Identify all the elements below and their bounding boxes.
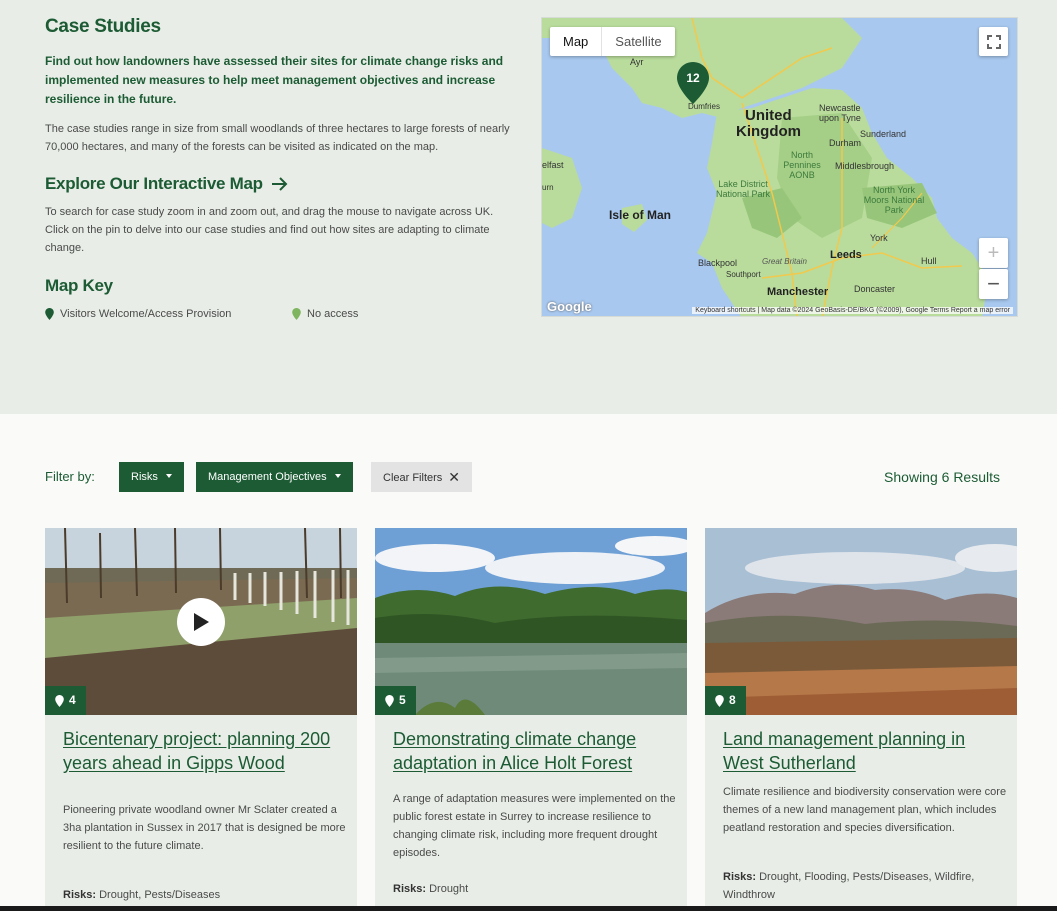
filter-label: Filter by: (45, 469, 95, 484)
map-label-belfast: elfast (542, 160, 564, 170)
card-risks: Risks: Drought, Pests/Diseases (63, 886, 343, 904)
intro-body: The case studies range in size from smal… (45, 123, 510, 153)
play-video-button[interactable] (177, 598, 225, 646)
map-tab-satellite[interactable]: Satellite (602, 27, 674, 56)
card-description: Pioneering private woodland owner Mr Scl… (63, 804, 346, 852)
caret-down-icon (165, 474, 172, 478)
map-cluster-marker[interactable]: 12 (677, 62, 709, 104)
card-title-link[interactable]: Demonstrating climate change adaptation … (393, 727, 673, 775)
map-label-durham: Durham (829, 138, 862, 148)
risks-label: Risks: (393, 883, 427, 895)
map-label-north-york-moors: North York Moors National Park (863, 185, 925, 215)
objectives-filter-button[interactable]: Management Objectives (196, 462, 353, 492)
risks-label: Risks: (63, 889, 97, 901)
objectives-filter-label: Management Objectives (208, 471, 327, 483)
badge-count: 4 (69, 693, 76, 707)
pin-icon (715, 694, 724, 707)
map-label-united: United (745, 107, 792, 124)
caret-down-icon (334, 474, 341, 478)
map-label-great-britain: Great Britain (762, 257, 807, 266)
map-label-manchester: Manchester (767, 286, 829, 298)
badge-count: 8 (729, 693, 736, 707)
clear-filters-label: Clear Filters (383, 472, 443, 484)
map-label-burn: urn (542, 183, 554, 192)
key-item-visitors: Visitors Welcome/Access Provision (45, 308, 231, 320)
arrow-right-icon (271, 177, 288, 191)
risks-value: Drought, Flooding, Pests/Diseases, Wildf… (723, 871, 975, 901)
card-description: A range of adaptation measures were impl… (393, 793, 676, 859)
clear-filters-button[interactable]: Clear Filters ✕ (371, 462, 473, 492)
fullscreen-button[interactable] (979, 27, 1008, 56)
location-badge: 5 (375, 686, 416, 715)
card-image[interactable]: 5 (375, 528, 687, 715)
case-study-card[interactable]: 4 Bicentenary project: planning 200 year… (45, 528, 357, 911)
map-label-hull: Hull (921, 256, 937, 266)
moorland-photo (705, 528, 1017, 715)
pin-icon (385, 694, 394, 707)
map-label-blackpool: Blackpool (698, 258, 738, 268)
card-image[interactable]: 8 (705, 528, 1017, 715)
map-label-southport: Southport (726, 270, 761, 279)
map-attribution-text[interactable]: Keyboard shortcuts | Map data ©2024 GeoB… (692, 307, 1013, 314)
pin-icon (55, 694, 64, 707)
zoom-out-button[interactable]: − (979, 269, 1008, 299)
filter-bar: Filter by: Risks Management Objectives C… (45, 462, 1000, 492)
map-label-leeds: Leeds (830, 249, 862, 261)
risks-value: Drought, Pests/Diseases (99, 889, 221, 901)
location-badge: 8 (705, 686, 746, 715)
key-item-label: No access (307, 308, 359, 320)
map-attribution: Keyboard shortcuts | Map data ©2024 GeoB… (542, 305, 1017, 316)
close-icon: ✕ (448, 469, 461, 485)
lake-photo (375, 528, 687, 715)
pin-light-icon (292, 308, 301, 320)
map-tab-map[interactable]: Map (550, 27, 603, 56)
map-key-heading: Map Key (45, 276, 113, 295)
badge-count: 5 (399, 693, 406, 707)
card-description: Climate resilience and biodiversity cons… (723, 786, 1007, 834)
map-label-north-pennines: North Pennines AONB (783, 150, 821, 180)
map-help-text: To search for case study zoom in and zoo… (45, 206, 494, 254)
map-type-control: Map Satellite (550, 27, 675, 56)
cluster-count: 12 (686, 71, 700, 85)
map-label-isle-of-man: Isle of Man (609, 208, 672, 222)
minus-icon: − (987, 271, 1000, 296)
intro-lead: Find out how landowners have assessed th… (45, 54, 504, 106)
card-risks: Risks: Drought, Flooding, Pests/Diseases… (723, 868, 1003, 904)
map-label-doncaster: Doncaster (854, 284, 896, 294)
location-badge: 4 (45, 686, 86, 715)
plus-icon: + (987, 241, 1000, 264)
card-title-link[interactable]: Land management planning in West Sutherl… (723, 727, 1003, 775)
pin-dark-icon (45, 308, 54, 320)
map-heading[interactable]: Explore Our Interactive Map (45, 174, 289, 194)
page-title: Case Studies (45, 16, 161, 37)
zoom-in-button[interactable]: + (979, 238, 1008, 268)
risks-filter-button[interactable]: Risks (119, 462, 184, 492)
results-count: Showing 6 Results (884, 469, 1000, 485)
key-item-no-access: No access (292, 308, 358, 320)
map-label-newcastle: Newcastle (819, 103, 861, 113)
interactive-map[interactable]: Ayr Dumfries United Kingdom Newcastle up… (541, 17, 1018, 317)
map-heading-label: Explore Our Interactive Map (45, 174, 263, 193)
map-label-upon-tyne: upon Tyne (819, 113, 861, 123)
card-risks: Risks: Drought (393, 880, 673, 898)
risks-filter-label: Risks (131, 471, 158, 483)
card-title-link[interactable]: Bicentenary project: planning 200 years … (63, 727, 343, 775)
map-label-lake-district: Lake District National Park (715, 179, 771, 199)
play-icon (194, 613, 209, 631)
risks-value: Drought (429, 883, 469, 895)
case-study-card[interactable]: 8 Land management planning in West Suthe… (705, 528, 1017, 911)
map-label-middlesbrough: Middlesbrough (835, 161, 895, 171)
fullscreen-icon (986, 34, 1001, 49)
risks-label: Risks: (723, 871, 757, 883)
card-image[interactable]: 4 (45, 528, 357, 715)
map-label-sunderland: Sunderland (860, 129, 907, 139)
case-study-card[interactable]: 5 Demonstrating climate change adaptatio… (375, 528, 687, 911)
map-label-york: York (870, 233, 888, 243)
map-label-kingdom: Kingdom (736, 123, 801, 140)
map-label-ayr: Ayr (630, 57, 644, 67)
bottom-divider (0, 906, 1057, 911)
key-item-label: Visitors Welcome/Access Provision (60, 308, 232, 320)
